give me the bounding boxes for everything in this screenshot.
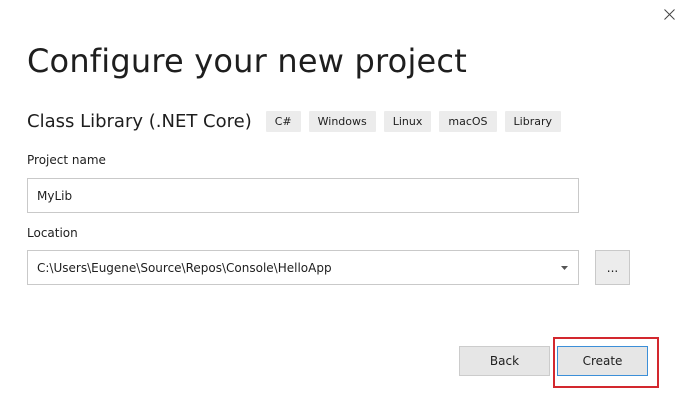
chevron-down-icon — [559, 263, 569, 273]
create-button[interactable]: Create — [557, 346, 648, 376]
location-combobox[interactable]: C:\Users\Eugene\Source\Repos\Console\Hel… — [27, 250, 579, 285]
browse-location-button[interactable]: ... — [595, 250, 630, 285]
template-name: Class Library (.NET Core) — [27, 110, 252, 132]
template-summary: Class Library (.NET Core) C# Windows Lin… — [27, 109, 569, 133]
back-button[interactable]: Back — [459, 346, 550, 376]
tag-language: C# — [265, 110, 301, 132]
location-label: Location — [27, 226, 78, 240]
close-icon — [663, 8, 675, 20]
tag-platform-macos: macOS — [439, 110, 497, 132]
tag-platform-linux: Linux — [383, 110, 432, 132]
project-name-label: Project name — [27, 153, 106, 167]
project-name-input[interactable] — [27, 178, 579, 213]
configure-project-dialog: Configure your new project Class Library… — [0, 0, 688, 413]
close-button[interactable] — [656, 3, 682, 25]
tag-project-type: Library — [504, 110, 561, 132]
tag-platform-windows: Windows — [308, 110, 376, 132]
location-value: C:\Users\Eugene\Source\Repos\Console\Hel… — [37, 260, 332, 275]
dialog-title: Configure your new project — [27, 42, 467, 80]
